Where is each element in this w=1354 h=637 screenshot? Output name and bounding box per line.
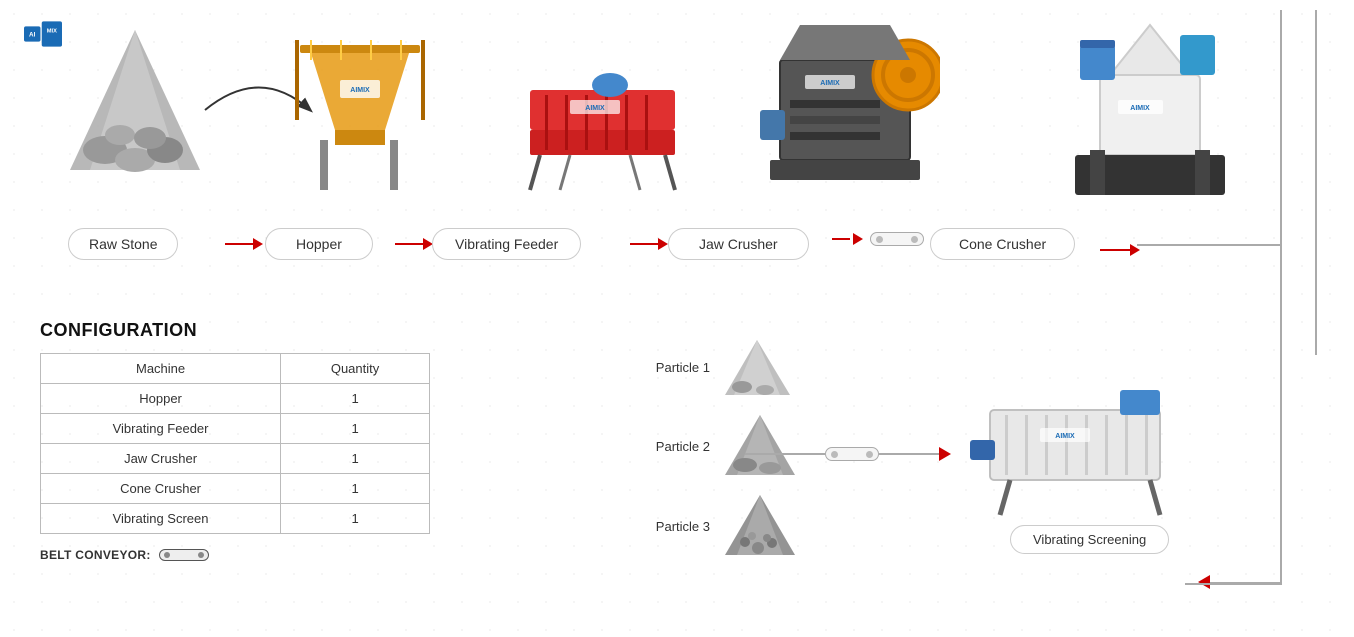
raw-stone-label: Raw Stone [68, 228, 178, 260]
particle-2-img [720, 410, 800, 482]
table-cell-quantity: 1 [281, 504, 430, 534]
vibrating-feeder-machine: AIMIX [510, 60, 690, 215]
screen-red-arrow [1198, 575, 1210, 589]
svg-text:AIMIX: AIMIX [820, 80, 840, 87]
svg-text:AIMIX: AIMIX [1130, 105, 1150, 112]
table-cell-machine: Cone Crusher [41, 474, 281, 504]
flow-node-hopper: Hopper [265, 228, 373, 260]
particle-2-row: Particle 2 [640, 410, 800, 482]
table-cell-quantity: 1 [281, 414, 430, 444]
table-row: Vibrating Screen1 [41, 504, 430, 534]
top-horizontal-connector [1137, 244, 1280, 246]
cone-crusher-label: Cone Crusher [930, 228, 1075, 260]
particle-3-img [720, 490, 800, 562]
particle-to-screen-connector [745, 447, 951, 461]
flow-arrow-4 [832, 232, 928, 246]
flow-arrow-1 [225, 238, 263, 250]
configuration-section: CONFIGURATION Machine Quantity Hopper1Vi… [40, 320, 460, 562]
svg-text:AI: AI [29, 32, 36, 39]
belt-dot-right [198, 552, 204, 558]
logo: AI MIX [24, 18, 62, 50]
particle-3-row: Particle 3 [640, 490, 800, 562]
table-row: Cone Crusher1 [41, 474, 430, 504]
table-cell-machine: Vibrating Feeder [41, 414, 281, 444]
hopper-machine: AIMIX [290, 30, 430, 205]
right-flow-exit [1100, 244, 1140, 256]
flow-node-cone-crusher: Cone Crusher [930, 228, 1075, 260]
table-cell-quantity: 1 [281, 384, 430, 414]
table-cell-quantity: 1 [281, 474, 430, 504]
flow-node-raw-stone: Raw Stone [68, 228, 178, 260]
particle-1-label: Particle 1 [640, 360, 710, 375]
particle-1-row: Particle 1 [640, 335, 795, 400]
table-row: Hopper1 [41, 384, 430, 414]
svg-text:AIMIX: AIMIX [1055, 433, 1075, 440]
svg-text:MIX: MIX [47, 29, 57, 35]
logo-icon: AI MIX [24, 18, 62, 50]
vibrating-feeder-label: Vibrating Feeder [432, 228, 581, 260]
belt-connector-mid [825, 447, 879, 461]
bottom-to-screen [1185, 583, 1281, 585]
raw-stone-machine [70, 20, 200, 185]
col-header-machine: Machine [41, 354, 281, 384]
particle-2-label: Particle 2 [640, 439, 710, 454]
right-vertical-line-top [1280, 10, 1282, 248]
flow-node-jaw-crusher: Jaw Crusher [668, 228, 809, 260]
svg-text:AIMIX: AIMIX [585, 105, 605, 112]
svg-text:AIMIX: AIMIX [350, 87, 370, 94]
belt-icon [159, 549, 209, 561]
flow-arrow-3 [630, 238, 668, 250]
right-vert-line2-bottom [1315, 245, 1317, 355]
table-row: Vibrating Feeder1 [41, 414, 430, 444]
belt-dot-left [164, 552, 170, 558]
belt-conveyor-note: BELT CONVEYOR: [40, 548, 460, 562]
right-vert-line-bottom [1280, 245, 1282, 585]
table-row: Jaw Crusher1 [41, 444, 430, 474]
vibrating-screening-label: Vibrating Screening [1010, 525, 1169, 554]
vibrating-screening-label-container: Vibrating Screening [1010, 525, 1169, 554]
config-title: CONFIGURATION [40, 320, 460, 341]
hopper-label: Hopper [265, 228, 373, 260]
particle-1-img [720, 335, 795, 400]
table-cell-machine: Vibrating Screen [41, 504, 281, 534]
belt-conveyor-label: BELT CONVEYOR: [40, 548, 151, 562]
col-header-quantity: Quantity [281, 354, 430, 384]
particle-arrow [939, 447, 951, 461]
right-vertical-line2-top [1315, 10, 1317, 248]
table-cell-machine: Hopper [41, 384, 281, 414]
config-table: Machine Quantity Hopper1Vibrating Feeder… [40, 353, 430, 534]
cone-crusher-machine: AIMIX [1050, 15, 1250, 210]
jaw-crusher-machine: AIMIX [760, 20, 940, 205]
table-cell-machine: Jaw Crusher [41, 444, 281, 474]
flow-arrow-2 [395, 238, 433, 250]
particle-3-label: Particle 3 [640, 519, 710, 534]
vibrating-screen-machine: AIMIX [970, 380, 1190, 525]
flow-node-vibrating-feeder: Vibrating Feeder [432, 228, 581, 260]
table-cell-quantity: 1 [281, 444, 430, 474]
jaw-crusher-label: Jaw Crusher [668, 228, 809, 260]
